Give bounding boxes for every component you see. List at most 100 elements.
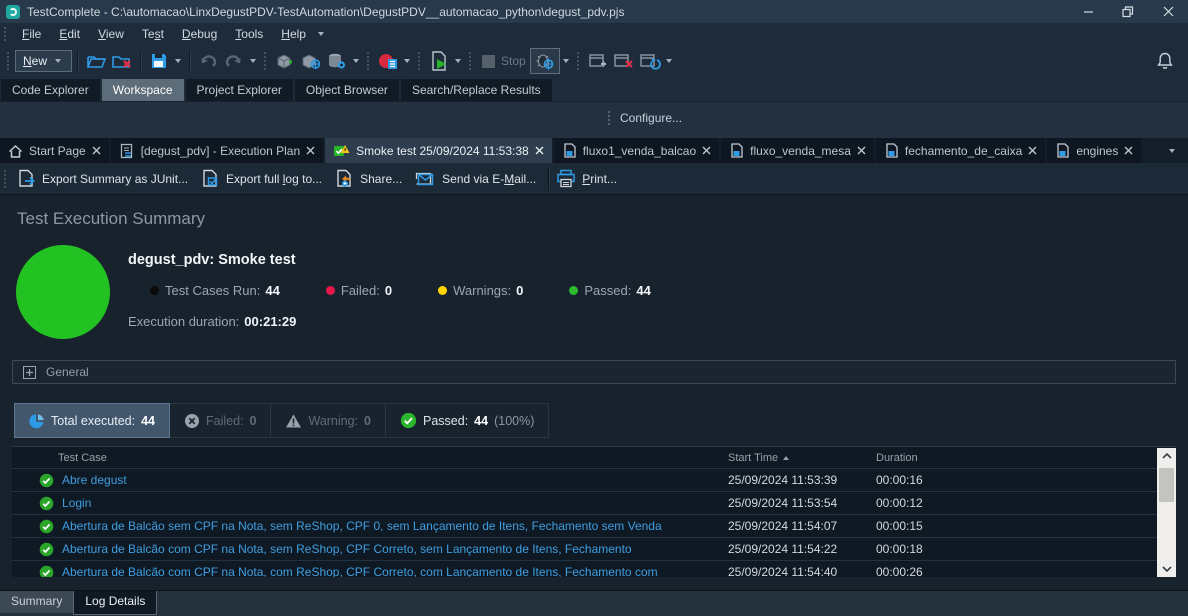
tab-object-browser[interactable]: Object Browser (295, 79, 399, 101)
table-row[interactable]: Abertura de Balcão com CPF na Nota, sem … (12, 538, 1157, 561)
menu-file[interactable]: File (13, 25, 50, 43)
scroll-down-button[interactable] (1157, 561, 1176, 577)
record-dropdown-icon[interactable] (404, 59, 410, 63)
toolbar-grip[interactable] (4, 27, 7, 41)
toolbar-separator (189, 51, 190, 71)
new-button[interactable]: New (15, 50, 72, 72)
menu-edit[interactable]: Edit (50, 25, 89, 43)
close-icon[interactable] (306, 146, 315, 155)
scrollbar-track[interactable] (1157, 464, 1176, 561)
filter-tab-total-executed[interactable]: Total executed:44 (14, 403, 170, 438)
menu-tools[interactable]: Tools (226, 25, 272, 43)
toolbar-grip[interactable] (469, 52, 472, 70)
column-header-duration[interactable]: Duration (876, 452, 1157, 464)
column-header-start-time[interactable]: Start Time (728, 452, 876, 464)
stores-button[interactable] (324, 49, 350, 73)
tab-code-explorer[interactable]: Code Explorer (1, 79, 100, 101)
undo-button[interactable] (195, 49, 221, 73)
passed-check-icon (400, 412, 417, 429)
stat-failed: Failed:0 (326, 283, 392, 298)
redo-button[interactable] (221, 49, 247, 73)
table-row[interactable]: Abertura de Balcão sem CPF na Nota, sem … (12, 515, 1157, 538)
send-email-button[interactable]: Send via E-Mail... (411, 163, 545, 194)
close-icon[interactable] (857, 146, 866, 155)
close-icon[interactable] (1028, 146, 1037, 155)
configure-link[interactable]: Configure... (608, 111, 682, 125)
save-dropdown-icon[interactable] (175, 59, 181, 63)
menu-test[interactable]: Test (133, 25, 173, 43)
open-file-button[interactable] (83, 49, 109, 73)
scroll-up-button[interactable] (1157, 448, 1176, 464)
debug-mode-button[interactable] (530, 48, 560, 74)
doc-tab-execution-plan[interactable]: [degust_pdv] - Execution Plan (111, 138, 323, 163)
home-icon (8, 144, 23, 158)
filter-tab-passed[interactable]: Passed:44(100%) (386, 403, 549, 438)
test-log-icon (333, 143, 350, 158)
test-case-link[interactable]: Login (62, 496, 91, 510)
add-new-item-button[interactable] (272, 49, 298, 73)
print-button[interactable]: Print... (552, 163, 626, 194)
toolbar-grip[interactable] (367, 52, 370, 70)
close-icon[interactable] (702, 146, 711, 155)
expand-icon[interactable] (23, 366, 36, 379)
vertical-scrollbar[interactable] (1157, 448, 1176, 577)
menu-debug[interactable]: Debug (173, 25, 226, 43)
menu-view[interactable]: View (89, 25, 133, 43)
doc-tab-start-page[interactable]: Start Page (0, 138, 109, 163)
open-folder-icon (86, 52, 106, 70)
restore-layout-button[interactable] (637, 49, 663, 73)
debug-dropdown-icon[interactable] (563, 59, 569, 63)
export-junit-button[interactable]: Export Summary as JUnit... (13, 163, 197, 194)
table-row[interactable]: Abre degust 25/09/2024 11:53:39 00:00:16 (12, 469, 1157, 492)
export-full-log-button[interactable]: Export full log to... (197, 163, 331, 194)
save-button[interactable] (146, 49, 172, 73)
toolbar-grip[interactable] (264, 52, 267, 70)
tab-search-replace-results[interactable]: Search/Replace Results (401, 79, 552, 101)
menu-help[interactable]: Help (272, 25, 315, 43)
column-header-test-case[interactable]: Test Case (12, 452, 728, 464)
tab-project-explorer[interactable]: Project Explorer (186, 79, 293, 101)
close-icon[interactable] (92, 146, 101, 155)
table-row[interactable]: Login 25/09/2024 11:53:54 00:00:12 (12, 492, 1157, 515)
doc-tab-fluxo1-venda-balcao[interactable]: fluxo1_venda_balcao (554, 138, 719, 163)
tab-workspace[interactable]: Workspace (102, 79, 184, 101)
stores-dropdown-icon[interactable] (353, 59, 359, 63)
tab-list-button[interactable] (1160, 138, 1184, 163)
tab-log-details[interactable]: Log Details (73, 591, 157, 615)
run-button[interactable] (426, 49, 452, 73)
filter-tab-failed[interactable]: Failed:0 (170, 403, 271, 438)
layout-dropdown-icon[interactable] (666, 59, 672, 63)
toolbar-grip[interactable] (418, 52, 421, 70)
minimize-button[interactable] (1068, 0, 1108, 23)
doc-tab-smoke-test-log[interactable]: Smoke test 25/09/2024 11:53:38 (325, 138, 552, 163)
test-case-link[interactable]: Abre degust (62, 473, 127, 487)
doc-tab-fluxo-venda-mesa[interactable]: fluxo_venda_mesa (721, 138, 874, 163)
table-row[interactable]: Abertura de Balcão com CPF na Nota, com … (12, 561, 1157, 577)
close-file-button[interactable] (109, 49, 135, 73)
filter-tab-warning[interactable]: Warning:0 (271, 403, 386, 438)
restore-button[interactable] (1108, 0, 1148, 23)
general-section-header[interactable]: General (12, 360, 1176, 384)
toolbar-grip[interactable] (7, 52, 10, 70)
test-case-link[interactable]: Abertura de Balcão com CPF na Nota, sem … (62, 542, 632, 556)
run-dropdown-icon[interactable] (455, 59, 461, 63)
notifications-button[interactable] (1156, 51, 1174, 71)
test-case-link[interactable]: Abertura de Balcão com CPF na Nota, com … (62, 565, 658, 577)
record-button[interactable] (375, 49, 401, 73)
tab-summary[interactable]: Summary (0, 591, 73, 613)
stop-button: Stop (477, 54, 530, 69)
doc-tab-fechamento-de-caixa[interactable]: fechamento_de_caixa (876, 138, 1045, 163)
object-spy-button[interactable] (298, 49, 324, 73)
close-icon[interactable] (1124, 146, 1133, 155)
close-panel-button[interactable] (611, 49, 637, 73)
scrollbar-thumb[interactable] (1159, 468, 1174, 502)
test-case-link[interactable]: Abertura de Balcão sem CPF na Nota, sem … (62, 519, 662, 533)
close-icon[interactable] (535, 146, 544, 155)
close-button[interactable] (1148, 0, 1188, 23)
menu-overflow-icon[interactable] (318, 32, 324, 36)
share-button[interactable]: Share... (331, 163, 411, 194)
redo-dropdown-icon[interactable] (250, 59, 256, 63)
toolbar-grip[interactable] (577, 52, 580, 70)
doc-tab-engines[interactable]: engines (1047, 138, 1141, 163)
add-panel-button[interactable] (585, 49, 611, 73)
